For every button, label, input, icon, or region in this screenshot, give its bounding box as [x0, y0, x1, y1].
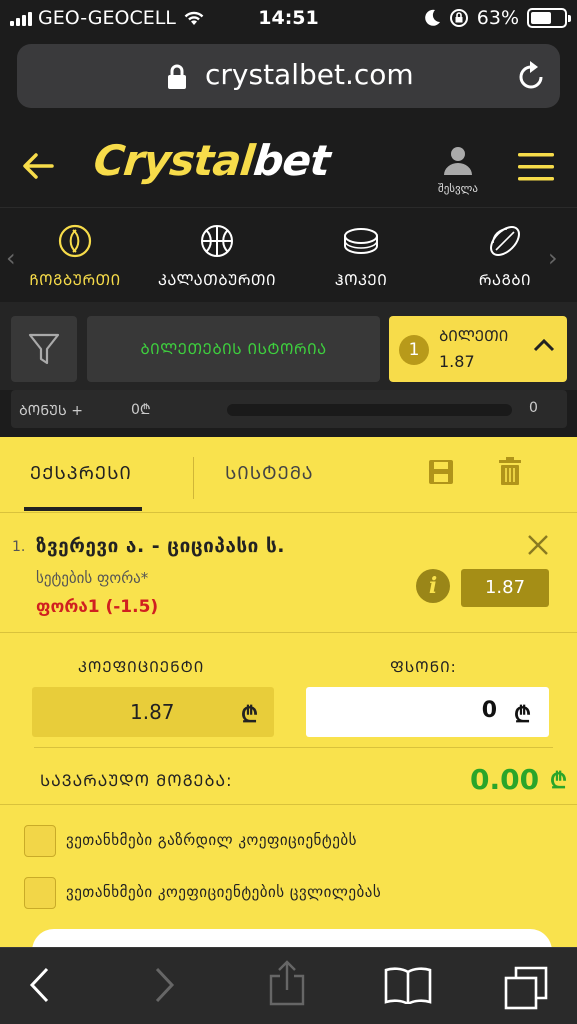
sport-hockey[interactable]: ᲰᲝᲙᲔᲘ — [296, 220, 426, 290]
bet-item: 1. ზვერევი ა. - ციციპასი ს. სეტების ფორა… — [0, 513, 577, 633]
funnel-icon — [28, 333, 60, 365]
status-bar: GEO-GEOCELL 14:51 63% — [0, 0, 577, 38]
sport-label: ᲰᲝᲙᲔᲘ — [334, 271, 388, 289]
battery-percent: 63% — [476, 7, 519, 29]
ticket-odds: 1.87 — [439, 352, 475, 371]
share-icon[interactable] — [268, 960, 306, 1006]
match-name: ზვერევი ა. - ციციპასი ს. — [36, 535, 286, 557]
amount-value: 0 — [481, 698, 497, 723]
stake-section: ᲙᲝᲔᲤᲘᲪᲘᲔᲜᲢᲘ ᲤᲡᲝᲜᲘ: 1.87 ₾ 0 ₾ ᲡᲐᲕᲐᲠᲐᲣᲓᲝ … — [0, 633, 577, 805]
url-text: crystalbet.com — [205, 58, 414, 91]
lari-icon: ₾ — [550, 769, 567, 794]
site-header: Crystalbet შესვლა — [0, 124, 577, 208]
amount-input[interactable]: 0 ₾ — [306, 687, 549, 737]
ticket-history-button[interactable]: ᲑᲘᲚᲔᲗᲔᲑᲘᲡ ᲘᲡᲢᲝᲠᲘᲐ — [87, 316, 380, 382]
address-bar[interactable]: crystalbet.com — [17, 44, 560, 108]
sport-label: ᲙᲐᲚᲐᲗᲑᲣᲠᲗᲘ — [157, 271, 277, 289]
market-name: სეტების ფორა* — [36, 569, 149, 587]
login-label: შესვლა — [438, 182, 478, 195]
browser-bottom-bar — [0, 947, 577, 1024]
hamburger-menu-icon[interactable] — [518, 152, 554, 182]
browser-back-icon[interactable] — [28, 966, 50, 1004]
bookmarks-icon[interactable] — [384, 966, 432, 1004]
bet-slip: ᲔᲥᲡᲞᲠᲔᲡᲘ ᲡᲘᲡᲢᲔᲛᲐ 1. ზვერევი ა. - ციციპას… — [0, 437, 577, 969]
accept-increased-odds-option[interactable]: ვეთანხმები გაზრდილ კოეფიციენტებს — [24, 825, 564, 861]
tennis-ball-icon — [58, 224, 92, 258]
accept-odds-changes-option[interactable]: ვეთანხმები კოეფიციენტების ცვლილებას — [24, 877, 564, 913]
filter-button[interactable] — [11, 316, 77, 382]
lari-icon: ₾ — [241, 703, 258, 728]
sports-nav: ‹ ᲩᲝᲒᲑᲣᲠᲗᲘ ᲙᲐᲚᲐᲗᲑᲣᲠᲗᲘ ᲰᲝᲙᲔᲘ ᲠᲐᲒᲑᲘ › — [0, 208, 577, 308]
bonus-label: ᲑᲝᲜᲣᲡ + — [19, 403, 83, 419]
battery-icon — [527, 8, 571, 28]
status-right: 63% — [424, 7, 571, 29]
tab-system[interactable]: ᲡᲘᲡᲢᲔᲛᲐ — [225, 461, 314, 485]
betslip-toolbar: ᲑᲘᲚᲔᲗᲔᲑᲘᲡ ᲘᲡᲢᲝᲠᲘᲐ 1 ᲑᲘᲚᲔᲗᲘ 1.87 — [0, 302, 577, 390]
sport-label: ᲩᲝᲒᲑᲣᲠᲗᲘ — [29, 271, 121, 289]
moon-icon — [424, 9, 440, 26]
hockey-puck-icon — [344, 228, 378, 254]
login-button[interactable]: შესვლა — [430, 144, 486, 195]
bonus-start-value: 0₾ — [131, 402, 151, 418]
rugby-ball-icon — [490, 226, 520, 256]
lari-icon: ₾ — [514, 703, 531, 728]
back-arrow-icon[interactable] — [22, 152, 54, 180]
option-label: ვეთანხმები გაზრდილ კოეფიციენტებს — [66, 831, 357, 849]
sport-basketball[interactable]: ᲙᲐᲚᲐᲗᲑᲣᲠᲗᲘ — [152, 220, 282, 290]
crystalbet-logo[interactable]: Crystalbet — [91, 136, 332, 185]
possible-win-label: ᲡᲐᲕᲐᲠᲐᲣᲓᲝ ᲛᲝᲒᲔᲑᲐ: — [40, 771, 233, 790]
trash-icon[interactable] — [499, 457, 521, 485]
checkbox[interactable] — [24, 877, 56, 909]
user-icon — [444, 147, 472, 175]
bonus-end-value: 0 — [529, 400, 538, 416]
slip-tabs: ᲔᲥᲡᲞᲠᲔᲡᲘ ᲡᲘᲡᲢᲔᲛᲐ — [0, 437, 577, 513]
option-label: ვეთანხმები კოეფიციენტების ცვლილებას — [66, 883, 382, 901]
tab-divider — [193, 457, 194, 499]
checkbox[interactable] — [24, 825, 56, 857]
close-icon[interactable] — [526, 533, 550, 557]
amount-label: ᲤᲡᲝᲜᲘ: — [390, 658, 457, 676]
lock-icon — [168, 64, 186, 89]
sport-tennis[interactable]: ᲩᲝᲒᲑᲣᲠᲗᲘ — [10, 220, 140, 308]
basketball-icon — [201, 225, 233, 257]
coefficient-label: ᲙᲝᲔᲤᲘᲪᲘᲔᲜᲢᲘ — [78, 658, 205, 676]
ticket-count-badge: 1 — [399, 335, 429, 365]
reload-icon[interactable] — [516, 60, 546, 92]
bet-odds: 1.87 — [461, 569, 549, 607]
browser-forward-icon[interactable] — [154, 966, 176, 1004]
ticket-toggle-button[interactable]: 1 ᲑᲘᲚᲔᲗᲘ 1.87 — [389, 316, 567, 382]
bet-pick: ფორა1 (-1.5) — [36, 597, 159, 617]
tabs-icon[interactable] — [504, 966, 548, 1010]
coefficient-field: 1.87 ₾ — [32, 687, 274, 737]
divider — [34, 747, 553, 748]
chevron-right-icon[interactable]: › — [548, 244, 558, 272]
browser-chrome: crystalbet.com — [0, 38, 577, 124]
save-icon[interactable] — [428, 459, 454, 485]
rotation-lock-icon — [449, 9, 468, 27]
chevron-up-icon — [533, 338, 555, 352]
possible-win-value: 0.00 — [470, 763, 540, 796]
sport-label: ᲠᲐᲒᲑᲘ — [478, 271, 532, 289]
tab-express[interactable]: ᲔᲥᲡᲞᲠᲔᲡᲘ — [24, 461, 142, 511]
ticket-label: ᲑᲘᲚᲔᲗᲘ — [439, 327, 509, 345]
bet-number: 1. — [12, 539, 26, 555]
bonus-bar: ᲑᲝᲜᲣᲡ + 0₾ 0 — [11, 390, 567, 428]
info-icon[interactable]: i — [416, 569, 450, 603]
bonus-progress-track — [227, 404, 512, 416]
coefficient-value: 1.87 — [130, 700, 175, 724]
